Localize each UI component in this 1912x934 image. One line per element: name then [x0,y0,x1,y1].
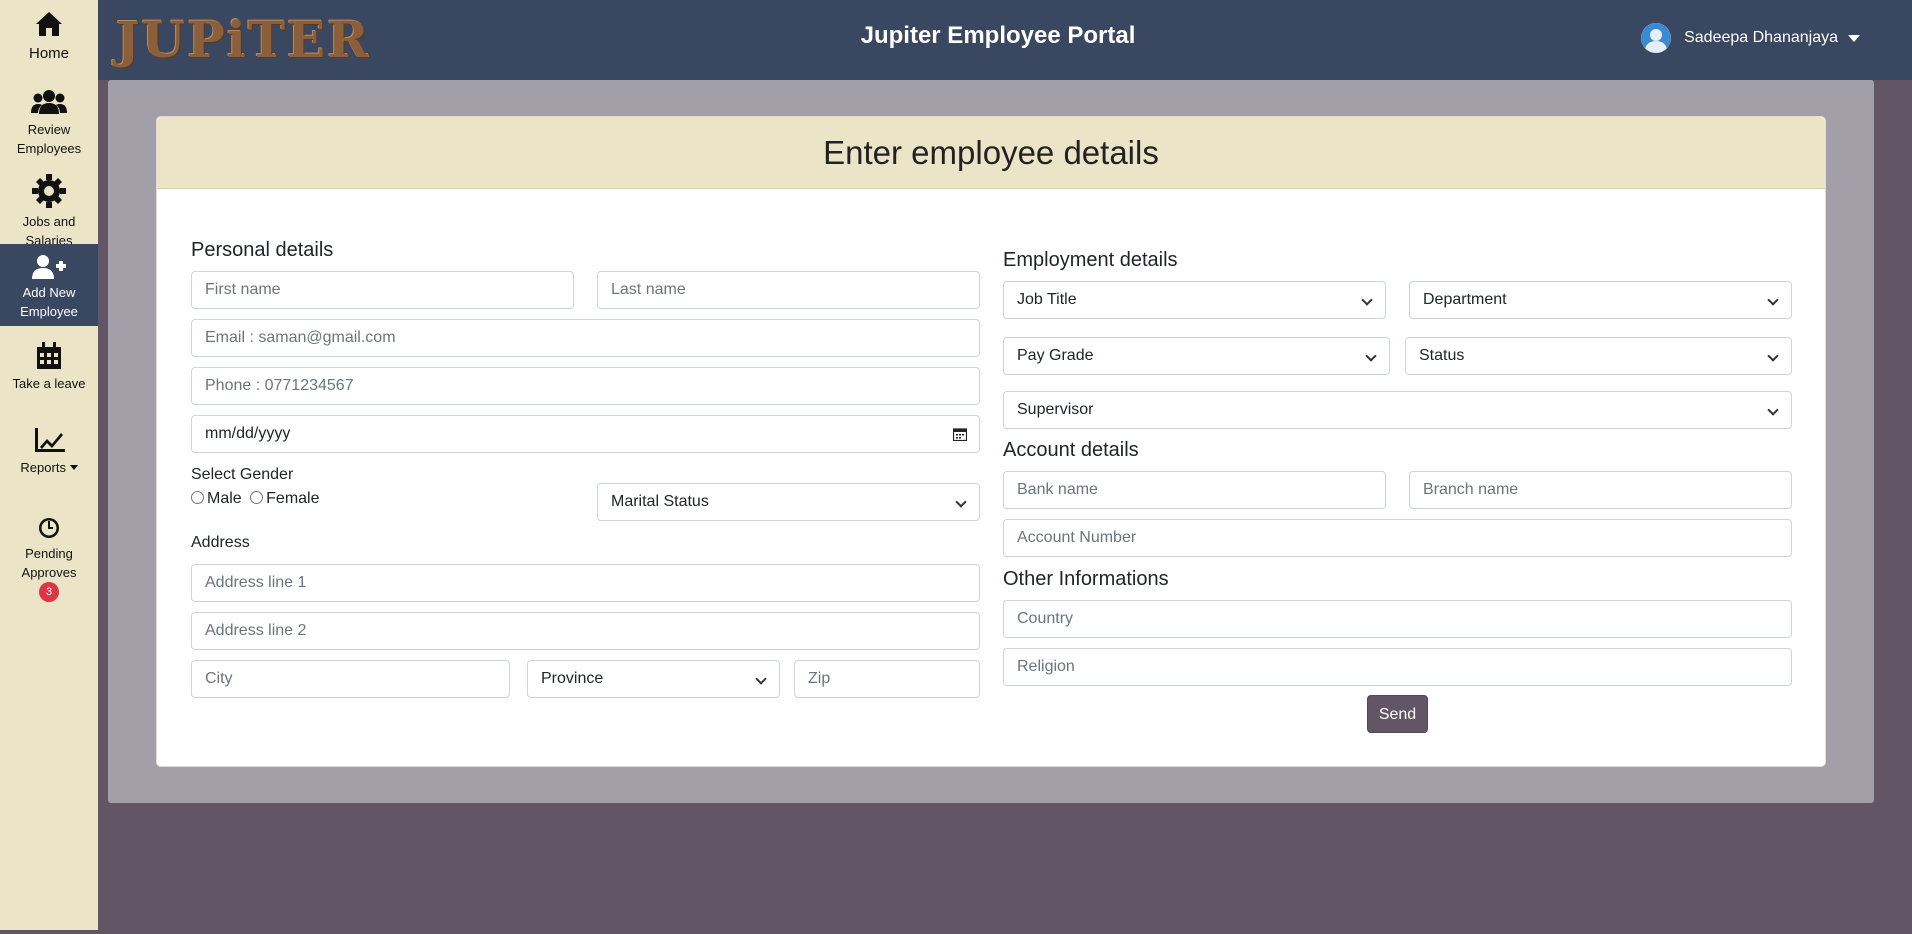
job-title-select[interactable]: Job Title [1003,281,1386,319]
sidebar-label: Home [28,45,69,62]
gender-male-radio[interactable] [191,491,204,504]
add-user-icon [32,255,66,279]
chevron-down-icon [1365,350,1377,362]
province-select[interactable]: Province [527,660,780,698]
personal-details-heading: Personal details [191,239,334,261]
supervisor-value: Supervisor [1017,401,1094,418]
user-avatar-icon [1641,23,1672,53]
sidebar-label: Take a leave [12,376,86,391]
sidebar-item-pending-approves[interactable]: Pending Approves 3 [0,516,98,602]
gender-label: Select Gender [191,466,294,483]
sidebar-label: Salaries [25,233,73,244]
sidebar-label: Approves [21,565,77,580]
chevron-down-icon [1361,294,1373,306]
date-placeholder: mm/dd/yyyy [205,425,291,442]
chart-line-icon [35,428,65,452]
sidebar: Home Review Employees Jobs and Salaries … [0,0,98,930]
gender-female-label: Female [266,490,320,507]
sidebar-item-review-employees[interactable]: Review Employees [0,88,98,158]
zip-input[interactable]: Zip [794,660,980,698]
date-of-birth-input[interactable]: mm/dd/yyyy [191,415,980,453]
send-button[interactable]: Send [1367,695,1428,733]
pending-count-badge: 3 [39,582,59,602]
sidebar-label: Reports [0,458,98,477]
sidebar-item-home[interactable]: Home [0,10,98,63]
sidebar-label: Jobs and [22,214,76,229]
form-title: Enter employee details [157,117,1825,189]
province-value: Province [541,670,604,687]
gender-radio-group: Male Female [191,490,320,508]
employment-details-heading: Employment details [1003,249,1178,271]
address-line2-input[interactable]: Address line 2 [191,612,980,650]
job-title-value: Job Title [1017,291,1077,308]
last-name-input[interactable]: Last name [597,271,980,309]
department-select[interactable]: Department [1409,281,1792,319]
chevron-down-icon [1767,404,1779,416]
chevron-down-icon [1767,350,1779,362]
chevron-down-icon [1767,294,1779,306]
gender-male-label: Male [207,490,242,507]
user-menu[interactable]: Sadeepa Dhananjaya [1641,23,1860,53]
user-name: Sadeepa Dhananjaya [1684,29,1838,46]
country-input[interactable]: Country [1003,600,1792,638]
sidebar-label: Review [27,122,71,137]
bank-name-input[interactable]: Bank name [1003,471,1386,509]
calendar-icon[interactable] [953,427,967,441]
employee-form-card: Enter employee details Personal details … [156,116,1826,767]
phone-field[interactable]: Phone : 0771234567 [191,367,980,405]
account-details-heading: Account details [1003,439,1139,461]
pay-grade-value: Pay Grade [1017,347,1094,364]
address-line1-input[interactable]: Address line 1 [191,564,980,602]
status-value: Status [1419,347,1465,364]
gear-icon [32,174,66,208]
sidebar-item-take-leave[interactable]: Take a leave [0,342,98,393]
sidebar-item-jobs-salaries[interactable]: Jobs and Salaries [0,174,98,244]
branch-name-input[interactable]: Branch name [1409,471,1792,509]
calendar-icon [37,342,61,369]
department-value: Department [1423,291,1507,308]
avatar [1641,23,1672,53]
sidebar-item-reports[interactable]: Reports [0,428,98,477]
sidebar-label: Pending [25,546,73,561]
chevron-down-icon [1848,34,1860,42]
chevron-down-icon [69,465,78,470]
status-select[interactable]: Status [1405,337,1792,375]
sidebar-label: Employees [16,141,82,156]
religion-input[interactable]: Religion [1003,648,1792,686]
chevron-down-icon [755,673,767,685]
account-number-input[interactable]: Account Number [1003,519,1792,557]
scroll-gutter [1874,80,1912,930]
email-field[interactable]: Email : saman@gmail.com [191,319,980,357]
chevron-down-icon [955,496,967,508]
gender-female-radio[interactable] [250,491,264,504]
supervisor-select[interactable]: Supervisor [1003,391,1792,429]
home-icon [36,12,62,36]
other-info-heading: Other Informations [1003,568,1169,590]
marital-status-select[interactable]: Marital Status [597,483,980,521]
sidebar-item-add-employee[interactable]: Add New Employee [0,244,98,326]
address-label: Address [191,534,250,551]
sidebar-label: Add New [22,285,76,300]
top-navbar: JUPiTER Jupiter Employee Portal Sadeepa … [98,0,1912,80]
pay-grade-select[interactable]: Pay Grade [1003,337,1390,375]
city-input[interactable]: City [191,660,510,698]
clock-icon [39,518,59,538]
sidebar-label: Employee [20,304,78,319]
users-icon [31,90,67,114]
portal-title: Jupiter Employee Portal [860,22,1136,49]
first-name-input[interactable]: First name [191,271,574,309]
marital-status-value: Marital Status [611,493,709,510]
